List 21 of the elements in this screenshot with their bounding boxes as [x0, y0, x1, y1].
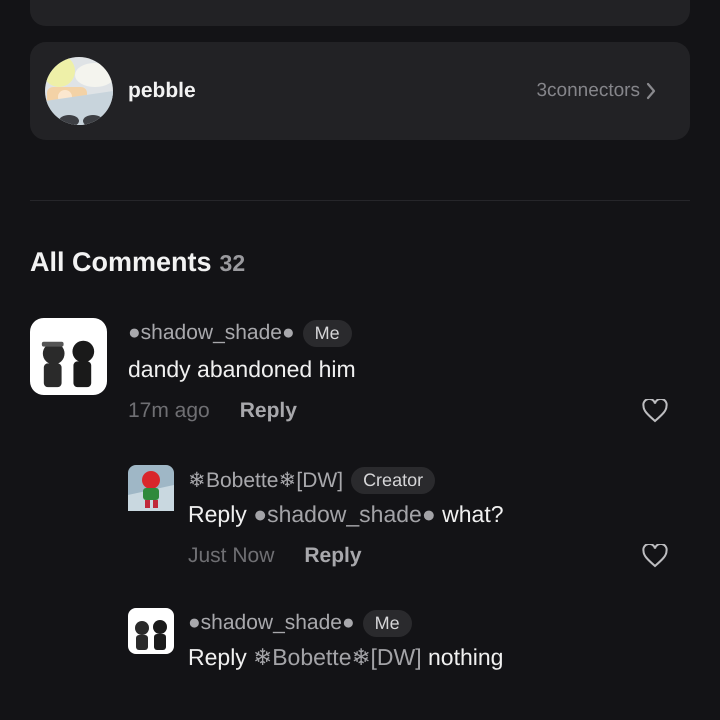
chevron-right-icon [646, 82, 656, 100]
author-name[interactable]: ❄Bobette❄[DW] [188, 468, 344, 492]
reply-link[interactable]: Reply [240, 399, 642, 423]
comment-text: dandy abandoned him [128, 356, 357, 383]
reply-text: Reply ❄Bobette❄[DW] nothing [188, 644, 504, 671]
connectors-link[interactable]: 3connectors [536, 80, 640, 102]
role-badge: Me [302, 320, 352, 346]
reply-text: Reply ●shadow_shade● what? [188, 501, 504, 528]
timestamp: 17m ago [128, 399, 210, 423]
group-card[interactable]: pebble 3connectors [30, 42, 690, 140]
heart-icon[interactable] [642, 544, 668, 568]
timestamp: Just Now [188, 544, 274, 568]
heart-icon[interactable] [642, 399, 668, 423]
comment-count: 32 [220, 250, 246, 277]
role-badge: Me [362, 610, 412, 636]
author-name[interactable]: ●shadow_shade● [128, 321, 295, 345]
group-name: pebble [128, 79, 197, 103]
section-title: All Comments [30, 247, 212, 278]
role-badge: Creator [351, 466, 436, 494]
reply-link[interactable]: Reply [304, 544, 642, 568]
author-name[interactable]: ●shadow_shade● [188, 611, 355, 635]
